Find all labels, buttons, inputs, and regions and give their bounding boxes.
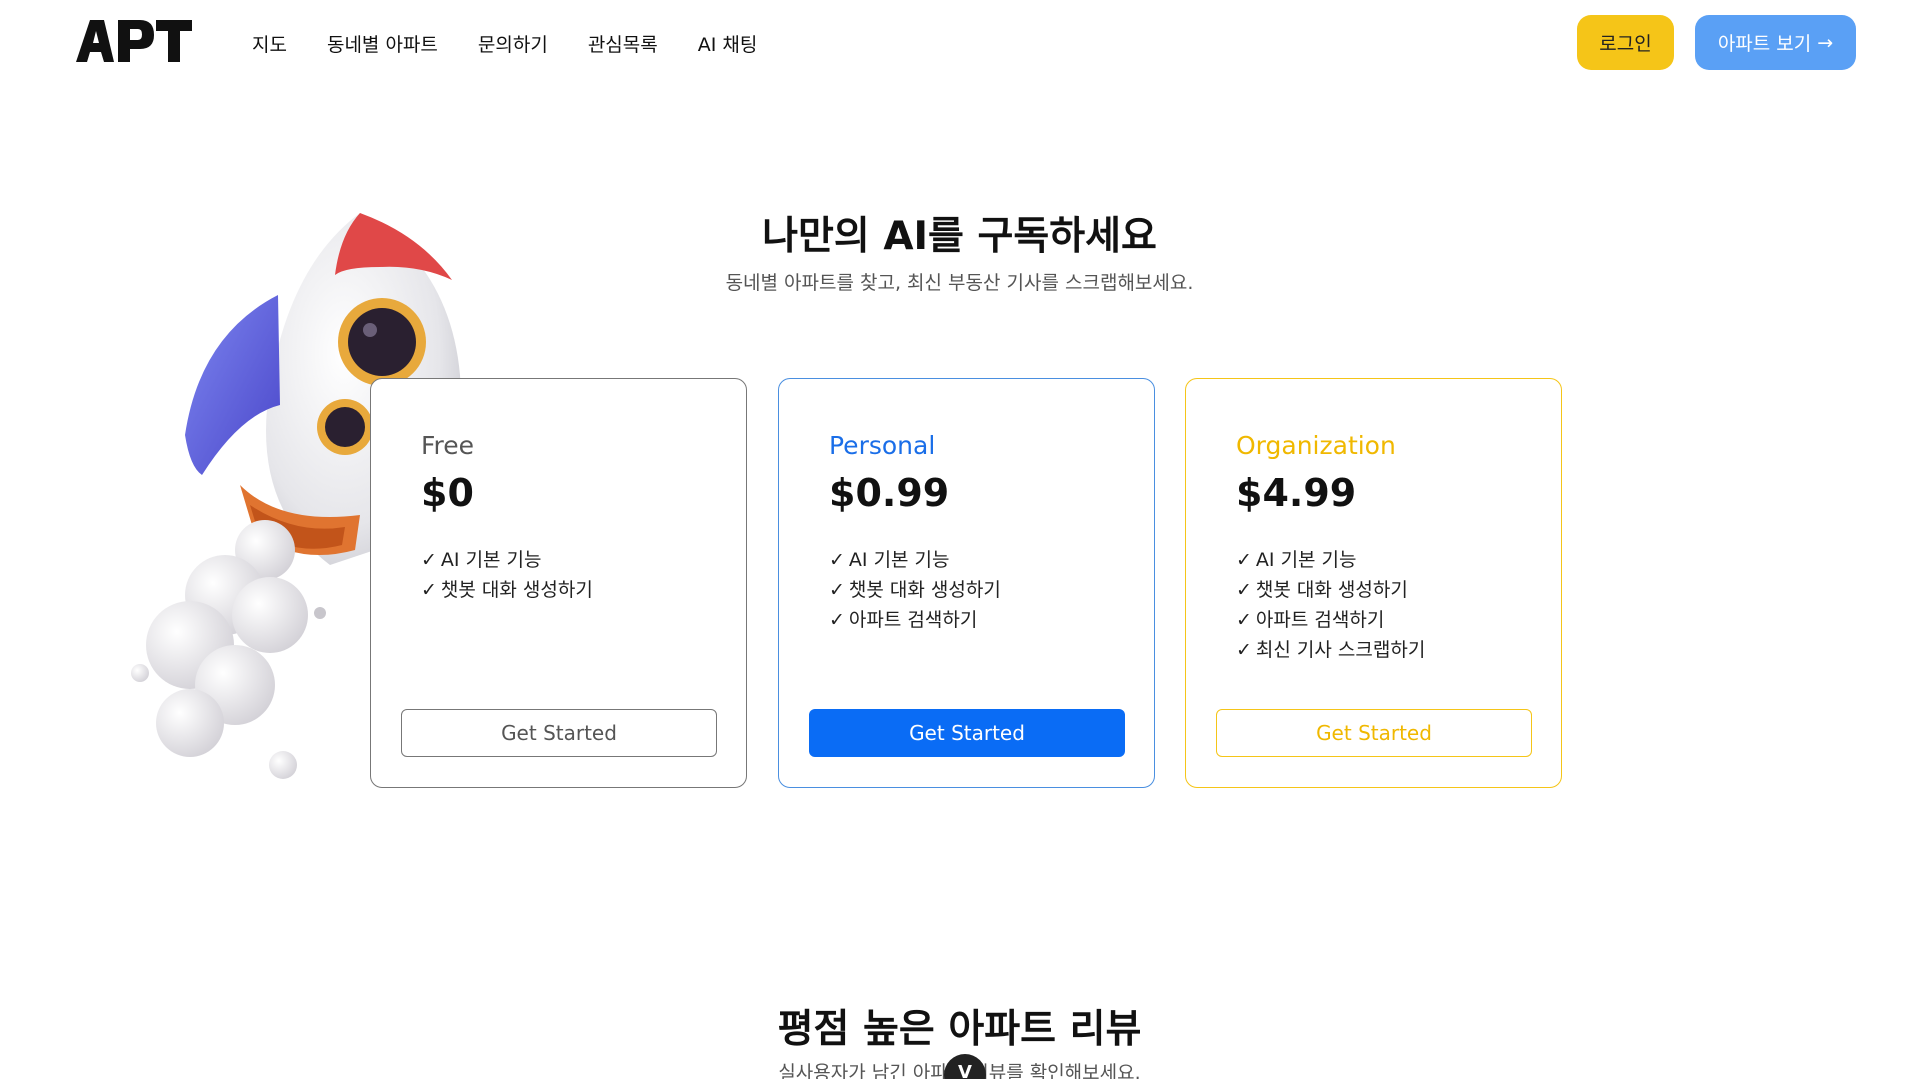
plan-name: Organization	[1236, 431, 1396, 460]
view-apartments-label: 아파트 보기	[1717, 33, 1812, 55]
nav-item-map[interactable]: 지도	[252, 30, 287, 57]
feature-label: 아파트 검색하기	[1255, 609, 1385, 631]
check-icon: ✓	[829, 579, 845, 601]
check-icon: ✓	[829, 549, 845, 571]
plan-price: $0	[421, 471, 474, 515]
nav-item-ai-chat[interactable]: AI 채팅	[698, 30, 758, 57]
check-icon: ✓	[829, 609, 845, 631]
get-started-organization-button[interactable]: Get Started	[1216, 709, 1532, 757]
check-icon: ✓	[1236, 549, 1252, 571]
feature-item: ✓ 챗봇 대화 생성하기	[421, 575, 593, 605]
feature-item: ✓ 아파트 검색하기	[829, 605, 1001, 635]
get-started-personal-button[interactable]: Get Started	[809, 709, 1125, 757]
feature-item: ✓ AI 기본 기능	[421, 545, 593, 575]
plan-card-organization: Organization $4.99 ✓ AI 기본 기능 ✓ 챗봇 대화 생성하기…	[1185, 378, 1562, 788]
login-button[interactable]: 로그인	[1577, 15, 1674, 70]
feature-item: ✓ AI 기본 기능	[1236, 545, 1425, 575]
feature-label: AI 기본 기능	[1255, 549, 1357, 571]
plan-card-personal: Personal $0.99 ✓ AI 기본 기능 ✓ 챗봇 대화 생성하기 ✓ 아파…	[778, 378, 1155, 788]
check-icon: ✓	[1236, 579, 1252, 601]
nav-item-neighborhood-apartments[interactable]: 동네별 아파트	[327, 30, 438, 57]
site-header: 지도 동네별 아파트 문의하기 관심목록 AI 채팅 로그인 아파트 보기 →	[0, 0, 1919, 86]
feature-label: 챗봇 대화 생성하기	[1255, 579, 1408, 601]
feature-label: 챗봇 대화 생성하기	[848, 579, 1001, 601]
plan-name: Free	[421, 431, 475, 460]
feature-label: 아파트 검색하기	[848, 609, 978, 631]
plan-price: $0.99	[829, 471, 950, 515]
main-nav: 지도 동네별 아파트 문의하기 관심목록 AI 채팅	[252, 30, 797, 57]
feature-item: ✓ 챗봇 대화 생성하기	[829, 575, 1001, 605]
feature-item: ✓ 아파트 검색하기	[1236, 605, 1425, 635]
reviews-title: 평점 높은 아파트 리뷰	[777, 1007, 1142, 1052]
nav-item-favorites[interactable]: 관심목록	[588, 30, 658, 57]
feature-label: AI 기본 기능	[440, 549, 542, 571]
check-icon: ✓	[421, 579, 437, 601]
get-started-free-button[interactable]: Get Started	[401, 709, 717, 757]
feature-label: 최신 기사 스크랩하기	[1255, 639, 1426, 661]
check-icon: ✓	[1236, 639, 1252, 661]
plan-card-free: Free $0 ✓ AI 기본 기능 ✓ 챗봇 대화 생성하기 Get Starte…	[370, 378, 747, 788]
nav-item-contact[interactable]: 문의하기	[478, 30, 548, 57]
arrow-right-icon: →	[1817, 31, 1834, 54]
feature-item: ✓ AI 기본 기능	[829, 545, 1001, 575]
view-apartments-button[interactable]: 아파트 보기 →	[1695, 15, 1856, 70]
check-icon: ✓	[1236, 609, 1252, 631]
check-icon: ✓	[421, 549, 437, 571]
plan-price: $4.99	[1236, 471, 1357, 515]
feature-list: ✓ AI 기본 기능 ✓ 챗봇 대화 생성하기 ✓ 아파트 검색하기 ✓ 최신 기사 스…	[1236, 545, 1425, 665]
feature-item: ✓ 최신 기사 스크랩하기	[1236, 635, 1425, 665]
feature-list: ✓ AI 기본 기능 ✓ 챗봇 대화 생성하기	[421, 545, 593, 605]
apt-logo[interactable]	[76, 20, 192, 62]
plan-name: Personal	[829, 431, 936, 460]
feature-label: 챗봇 대화 생성하기	[440, 579, 593, 601]
feature-list: ✓ AI 기본 기능 ✓ 챗봇 대화 생성하기 ✓ 아파트 검색하기	[829, 545, 1001, 635]
feature-item: ✓ 챗봇 대화 생성하기	[1236, 575, 1425, 605]
feature-label: AI 기본 기능	[848, 549, 950, 571]
